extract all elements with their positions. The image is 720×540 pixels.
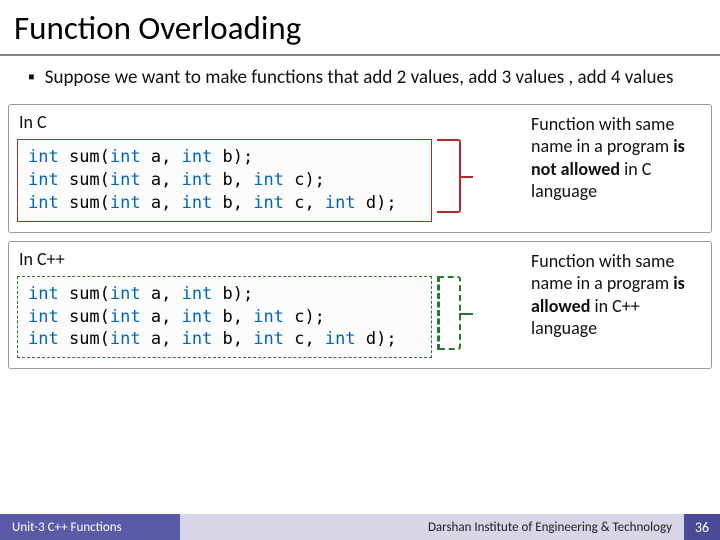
code-keyword: int xyxy=(110,329,141,349)
code-keyword: int xyxy=(28,147,59,167)
code-keyword: int xyxy=(182,307,213,327)
code-line: int sum(int a, int b, int c, int d); xyxy=(28,328,421,351)
code-text: a, xyxy=(141,284,182,304)
code-keyword: int xyxy=(110,307,141,327)
bracket-c xyxy=(437,139,461,213)
code-keyword: int xyxy=(28,193,59,213)
code-keyword: int xyxy=(253,307,284,327)
code-text: sum( xyxy=(59,284,110,304)
code-text: sum( xyxy=(59,193,110,213)
title-underline xyxy=(0,54,720,56)
code-text: a, xyxy=(141,307,182,327)
code-text: sum( xyxy=(59,307,110,327)
code-keyword: int xyxy=(182,170,213,190)
code-line: int sum(int a, int b, int c); xyxy=(28,306,421,329)
explain-c: Function with same name in a program is … xyxy=(531,113,701,203)
explain-cpp-pre: Function with same name in a program xyxy=(531,250,674,295)
footer-unit: Unit-3 C++ Functions xyxy=(0,514,180,540)
explain-c-pre: Function with same name in a program xyxy=(531,113,674,158)
code-line: int sum(int a, int b, int c); xyxy=(28,169,421,192)
slide-title: Function Overloading xyxy=(0,0,720,54)
code-text: d); xyxy=(356,329,397,349)
code-keyword: int xyxy=(182,284,213,304)
code-text: b); xyxy=(212,284,253,304)
bullet-marker: ▪ xyxy=(28,66,35,90)
code-text: sum( xyxy=(59,147,110,167)
code-text: d); xyxy=(356,193,397,213)
footer-page-number: 36 xyxy=(684,514,720,540)
code-text: b); xyxy=(212,147,253,167)
code-keyword: int xyxy=(182,193,213,213)
code-text: b, xyxy=(212,307,253,327)
code-keyword: int xyxy=(28,170,59,190)
section-c: In C int sum(int a, int b);int sum(int a… xyxy=(8,104,712,233)
code-keyword: int xyxy=(253,329,284,349)
footer: Unit-3 C++ Functions Darshan Institute o… xyxy=(0,514,720,540)
section-cpp: In C++ int sum(int a, int b);int sum(int… xyxy=(8,241,712,370)
code-keyword: int xyxy=(28,329,59,349)
code-line: int sum(int a, int b); xyxy=(28,146,421,169)
bullet-item: ▪ Suppose we want to make functions that… xyxy=(0,66,720,98)
code-text: c, xyxy=(284,329,325,349)
code-text: a, xyxy=(141,329,182,349)
code-text: b, xyxy=(212,170,253,190)
code-text: b, xyxy=(212,193,253,213)
code-keyword: int xyxy=(110,284,141,304)
code-text: a, xyxy=(141,193,182,213)
code-text: c, xyxy=(284,193,325,213)
code-keyword: int xyxy=(253,193,284,213)
code-keyword: int xyxy=(110,193,141,213)
explain-cpp: Function with same name in a program is … xyxy=(531,250,701,340)
code-keyword: int xyxy=(110,147,141,167)
code-keyword: int xyxy=(110,170,141,190)
code-text: sum( xyxy=(59,329,110,349)
code-box-cpp: int sum(int a, int b);int sum(int a, int… xyxy=(17,276,432,359)
code-text: b, xyxy=(212,329,253,349)
code-keyword: int xyxy=(182,329,213,349)
code-box-c: int sum(int a, int b);int sum(int a, int… xyxy=(17,139,432,222)
footer-institute: Darshan Institute of Engineering & Techn… xyxy=(180,514,684,540)
code-keyword: int xyxy=(325,193,356,213)
code-line: int sum(int a, int b, int c, int d); xyxy=(28,192,421,215)
bullet-text: Suppose we want to make functions that a… xyxy=(45,66,674,90)
code-text: a, xyxy=(141,147,182,167)
code-text: a, xyxy=(141,170,182,190)
code-keyword: int xyxy=(325,329,356,349)
code-line: int sum(int a, int b); xyxy=(28,283,421,306)
code-keyword: int xyxy=(28,284,59,304)
bracket-cpp xyxy=(437,276,461,350)
code-text: c); xyxy=(284,170,325,190)
code-text: c); xyxy=(284,307,325,327)
code-text: sum( xyxy=(59,170,110,190)
code-keyword: int xyxy=(28,307,59,327)
code-keyword: int xyxy=(182,147,213,167)
code-keyword: int xyxy=(253,170,284,190)
